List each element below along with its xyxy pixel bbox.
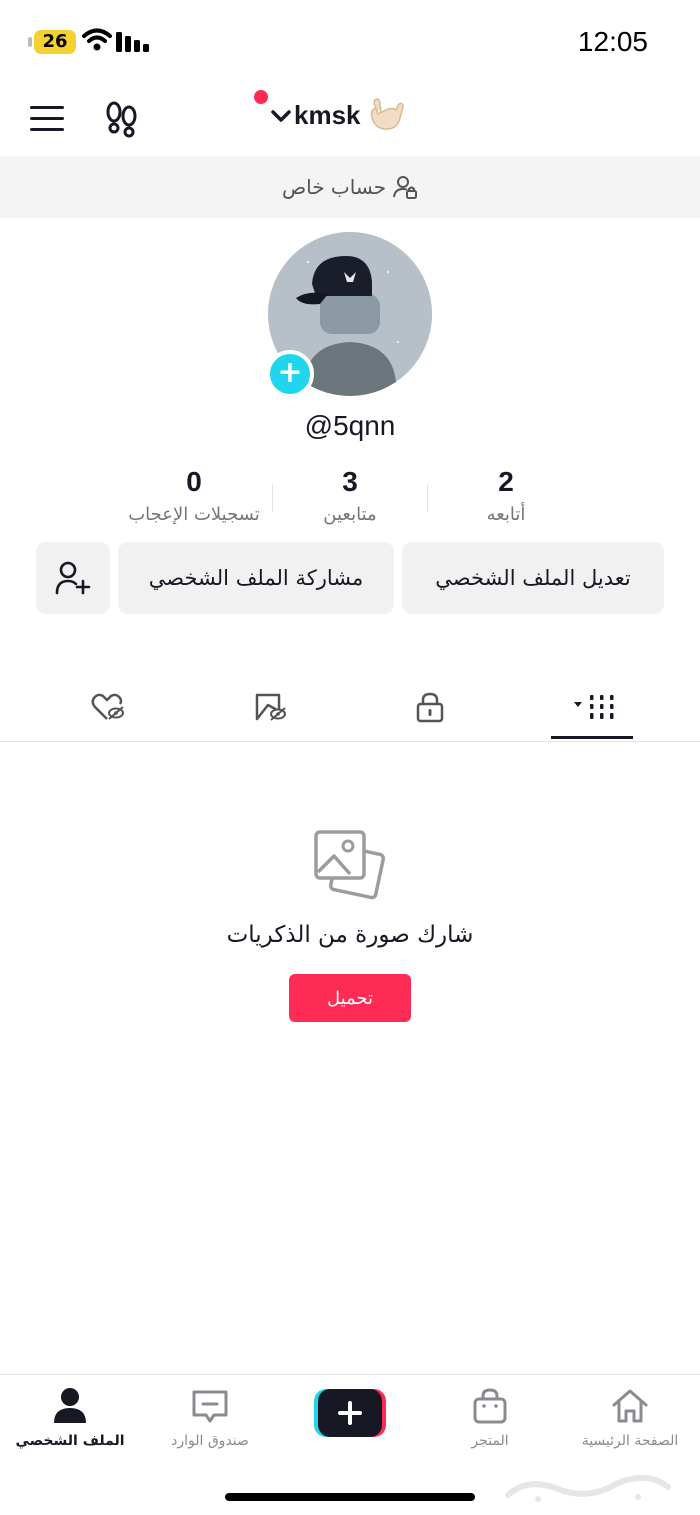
nav-profile[interactable]: الملف الشخصي <box>5 1387 135 1449</box>
upload-button[interactable]: تحميل <box>289 974 411 1022</box>
inbox-icon <box>192 1390 228 1423</box>
tab-videos[interactable] <box>550 684 630 730</box>
shopping-bag-icon <box>473 1388 507 1424</box>
wifi-icon <box>82 28 112 51</box>
nav-inbox-label: صندوق الوارد <box>171 1433 249 1449</box>
tab-liked[interactable] <box>68 684 148 730</box>
add-friend-button[interactable] <box>36 542 110 614</box>
followers-count: 3 <box>342 466 358 497</box>
nav-home[interactable]: الصفحة الرئيسية <box>565 1387 695 1449</box>
clock: 12:05 <box>577 26 648 57</box>
private-account-label: حساب خاص <box>281 175 387 199</box>
hidden-heart-icon <box>91 693 124 720</box>
nav-shop[interactable]: المتجر <box>425 1387 555 1449</box>
lock-icon <box>416 692 444 723</box>
profile-handle: @5qnn <box>304 410 396 441</box>
profile-stats: 2 أتابعه 3 متابعين 0 تسجيلات الإعجاب <box>116 466 586 536</box>
create-button[interactable] <box>314 1389 386 1437</box>
nav-shop-label: المتجر <box>471 1433 509 1449</box>
content-tabs <box>0 672 700 742</box>
share-profile-button[interactable]: مشاركة الملف الشخصي <box>118 542 394 614</box>
private-user-icon <box>393 176 418 199</box>
edit-profile-button[interactable]: تعديل الملف الشخصي <box>402 542 664 614</box>
chevron-down-icon <box>271 109 291 122</box>
photos-icon <box>314 830 386 900</box>
signal-icon <box>116 32 149 52</box>
battery-indicator: 26 <box>28 30 76 54</box>
status-bar: 26 12:05 <box>0 0 700 80</box>
followers-stat[interactable]: 3 متابعين <box>270 466 430 525</box>
add-user-icon <box>55 561 91 595</box>
haraj-watermark <box>505 1474 671 1502</box>
following-count: 2 <box>498 466 514 497</box>
footprint-icon[interactable] <box>104 100 140 138</box>
home-icon <box>612 1389 648 1423</box>
active-tab-indicator <box>551 736 633 739</box>
home-indicator <box>225 1493 475 1501</box>
nav-inbox[interactable]: صندوق الوارد <box>145 1387 275 1449</box>
nav-home-label: الصفحة الرئيسية <box>581 1433 679 1449</box>
following-stat[interactable]: 2 أتابعه <box>426 466 586 525</box>
top-nav: kmsk <box>0 80 700 156</box>
following-label: أتابعه <box>486 504 526 525</box>
followers-label: متابعين <box>323 504 377 525</box>
likes-count: 0 <box>186 466 202 497</box>
nav-profile-label: الملف الشخصي <box>15 1433 125 1449</box>
tab-reposts[interactable] <box>230 684 310 730</box>
call-me-hand-emoji <box>370 98 404 130</box>
add-avatar-button[interactable]: + <box>266 350 314 398</box>
account-switcher[interactable]: kmsk <box>270 100 361 131</box>
hidden-repost-icon <box>255 693 286 721</box>
empty-state-title: شارك صورة من الذكريات <box>226 922 474 948</box>
menu-icon[interactable] <box>30 106 64 132</box>
header-username: kmsk <box>294 100 361 130</box>
videos-grid-icon <box>574 695 614 719</box>
bottom-nav: الصفحة الرئيسية المتجر صندوق الوارد المل… <box>0 1374 700 1515</box>
private-account-banner: حساب خاص <box>0 156 700 218</box>
profile-icon <box>54 1388 86 1423</box>
notification-dot <box>254 90 268 104</box>
likes-stat[interactable]: 0 تسجيلات الإعجاب <box>114 466 274 525</box>
tab-private[interactable] <box>390 684 470 730</box>
likes-label: تسجيلات الإعجاب <box>128 504 260 525</box>
